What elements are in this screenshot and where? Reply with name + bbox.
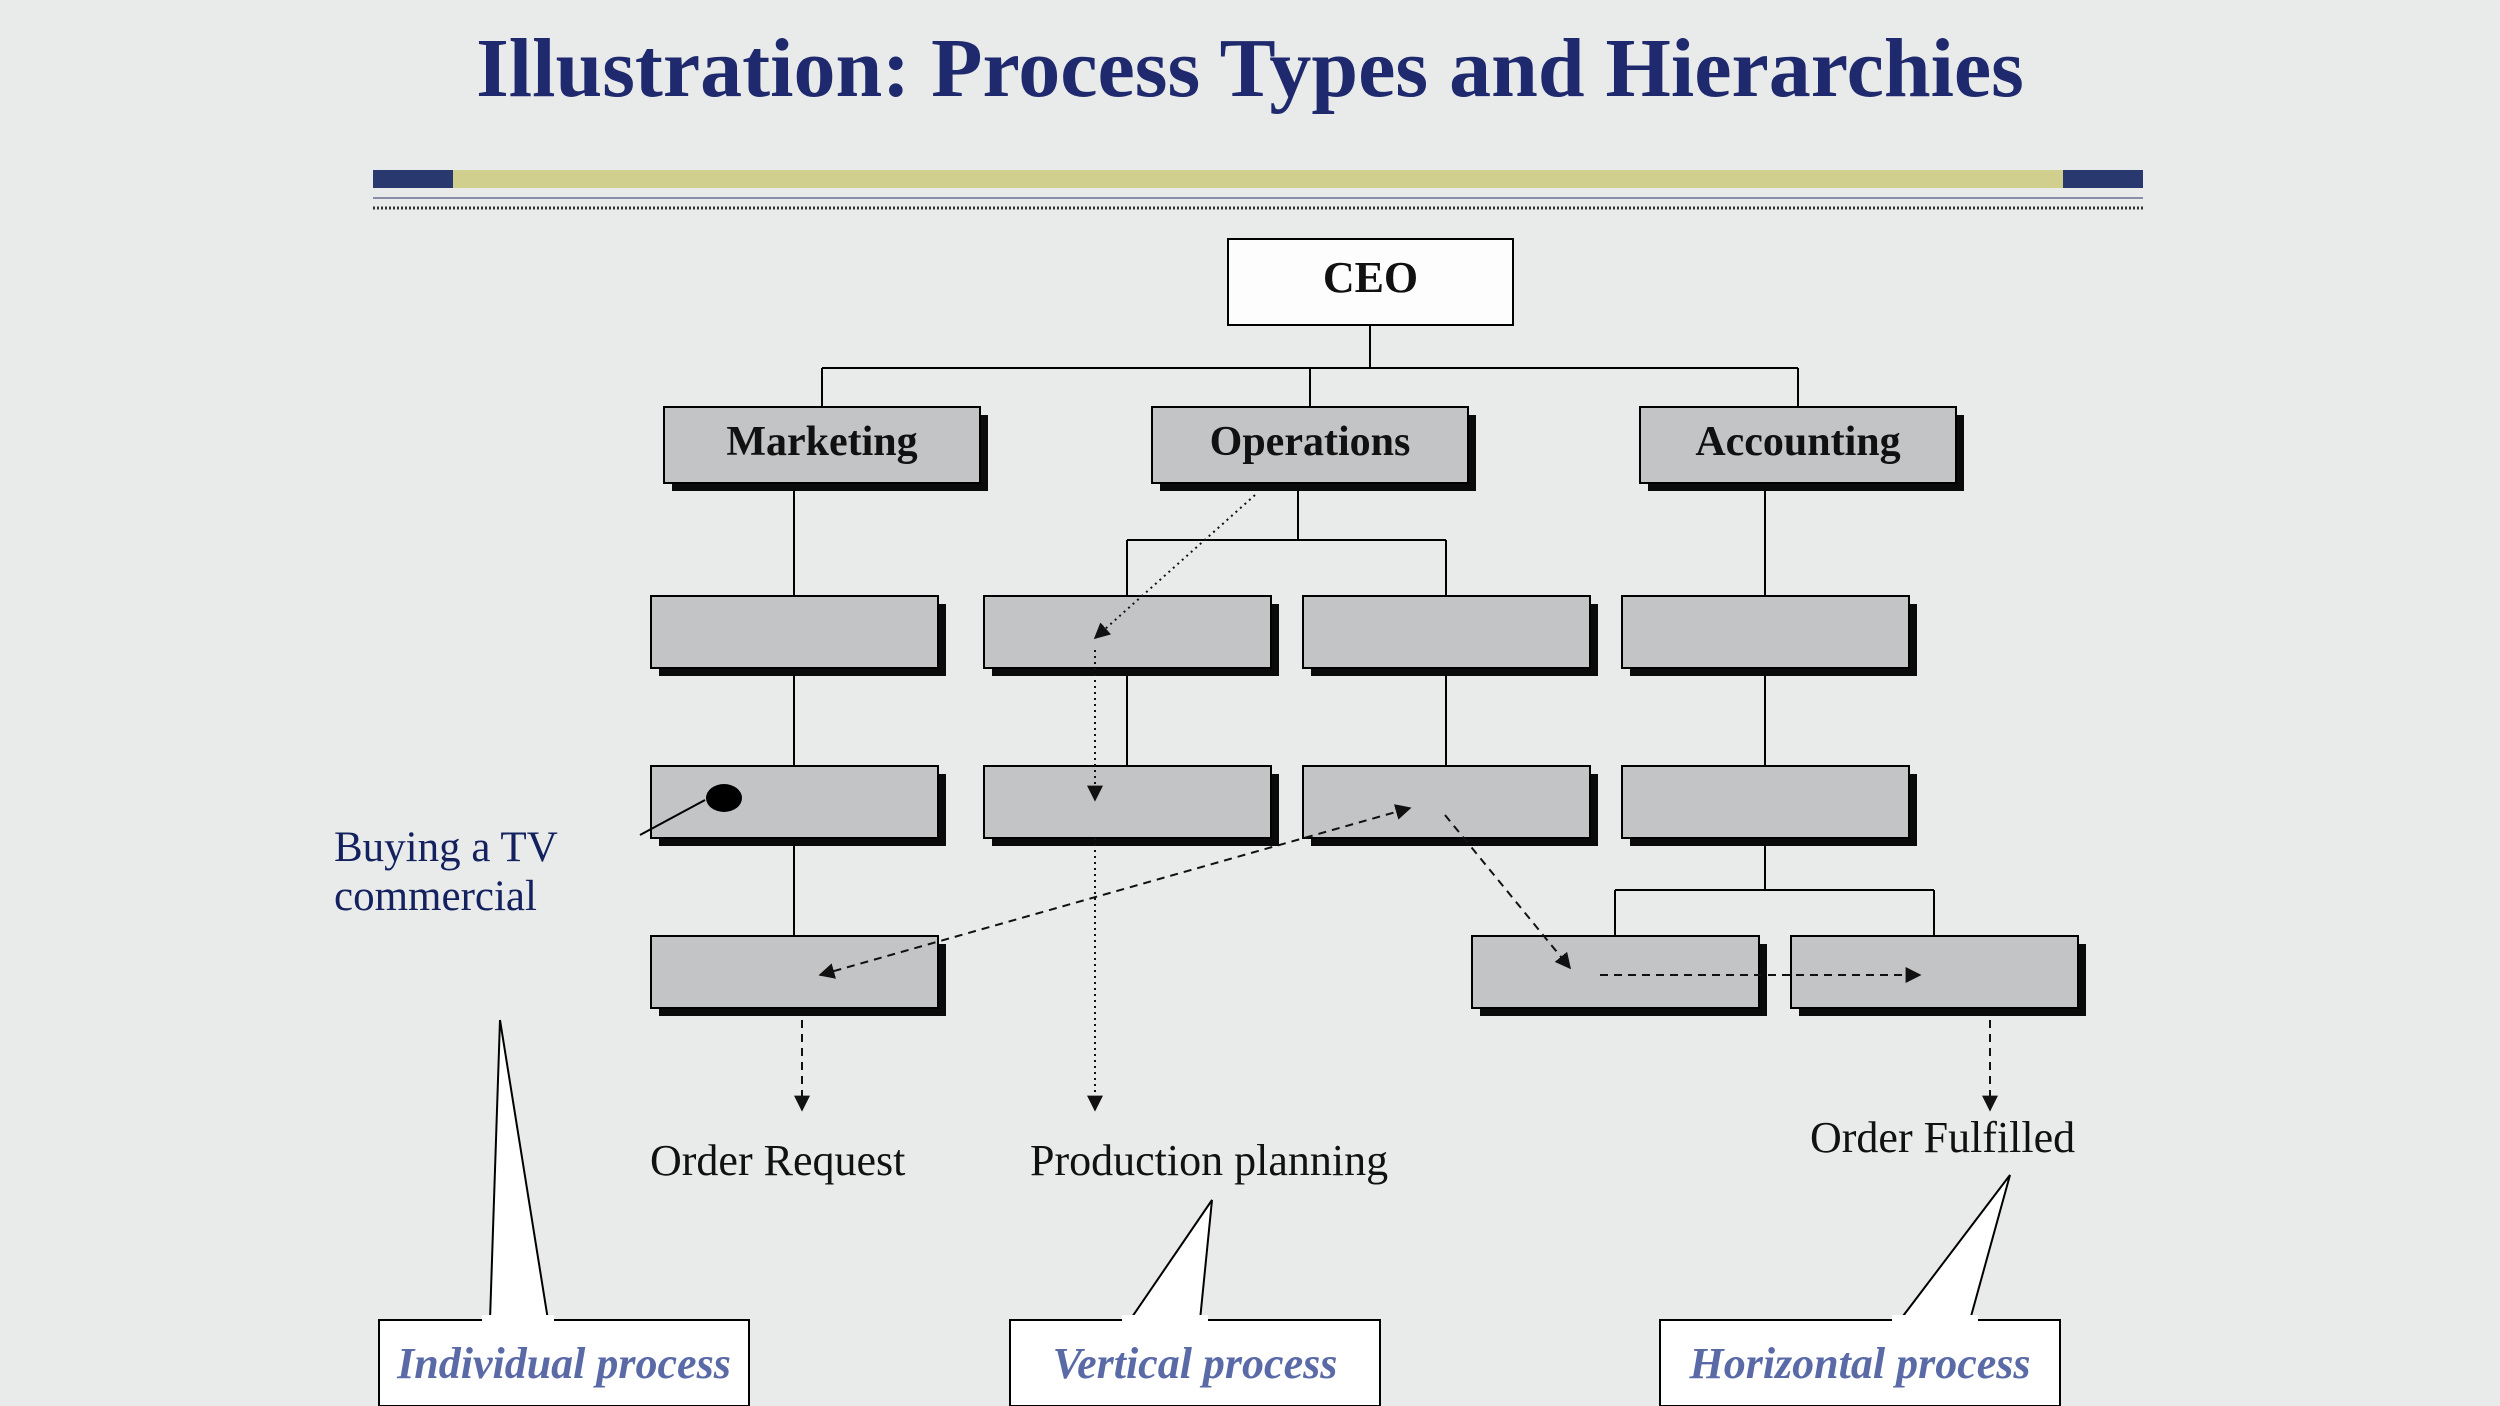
row3-acc bbox=[1622, 766, 1917, 846]
callout-individual-label: Individual process bbox=[379, 1338, 749, 1389]
row4-acc-b bbox=[1791, 936, 2086, 1016]
dept-operations-label: Operations bbox=[1152, 418, 1468, 466]
row2-ops-b bbox=[1303, 596, 1598, 676]
order-request-label: Order Request bbox=[650, 1135, 905, 1186]
dept-marketing-label: Marketing bbox=[664, 418, 980, 466]
diagram-svg bbox=[0, 0, 2500, 1406]
order-fulfilled-label: Order Fulfilled bbox=[1810, 1112, 2075, 1163]
tv-commercial-label: Buying a TV commercial bbox=[334, 823, 654, 922]
row2-ops-a bbox=[984, 596, 1279, 676]
ceo-label: CEO bbox=[1228, 252, 1513, 303]
production-planning-label: Production planning bbox=[1030, 1135, 1388, 1186]
row3-ops-a bbox=[984, 766, 1279, 846]
dept-accounting-label: Accounting bbox=[1640, 418, 1956, 466]
row2-acc bbox=[1622, 596, 1917, 676]
individual-process-dot bbox=[706, 784, 742, 812]
row4-mkt bbox=[651, 936, 946, 1016]
callout-horizontal-label: Horizontal process bbox=[1660, 1338, 2060, 1389]
row2-mkt bbox=[651, 596, 946, 676]
row3-ops-b bbox=[1303, 766, 1598, 846]
callout-vertical-label: Vertical process bbox=[1010, 1338, 1380, 1389]
